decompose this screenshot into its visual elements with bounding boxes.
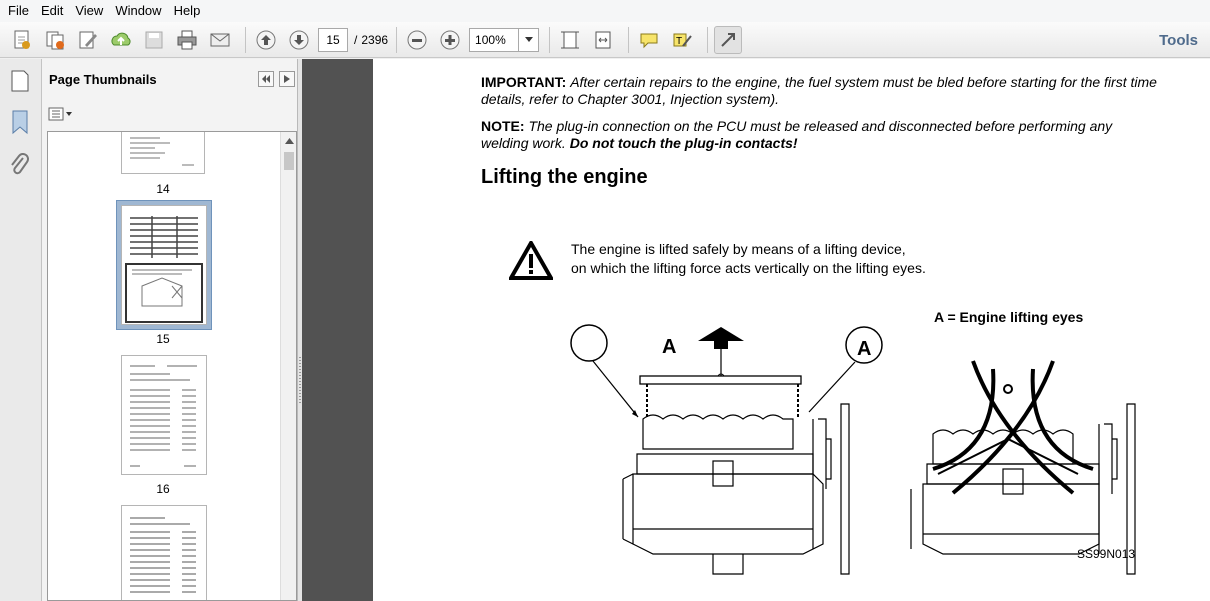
pdf-page: IMPORTANT: After certain repairs to the … <box>373 59 1210 601</box>
page-thumbnail-selected[interactable] <box>121 205 207 325</box>
important-label: IMPORTANT: <box>481 74 567 90</box>
highlight-icon[interactable]: T <box>668 26 696 54</box>
print-icon[interactable] <box>173 26 201 54</box>
previous-page-icon[interactable] <box>252 26 280 54</box>
important-text: After certain repairs to the engine, the… <box>570 74 1157 90</box>
menu-file[interactable]: File <box>2 0 35 22</box>
warning-line-1: The engine is lifted safely by means of … <box>571 241 906 257</box>
toolbar-divider <box>396 26 398 53</box>
page-thumbnail[interactable] <box>121 355 207 475</box>
thumbnail-list[interactable]: 14 15 16 <box>47 131 297 601</box>
document-viewer[interactable]: IMPORTANT: After certain repairs to the … <box>302 59 1210 601</box>
toolbar-divider <box>707 26 709 53</box>
callout-a-right: A <box>857 338 872 360</box>
next-page-icon[interactable] <box>285 26 313 54</box>
menu-bar: File Edit View Window Help <box>0 0 1210 22</box>
menu-window[interactable]: Window <box>109 0 167 22</box>
toolbar-divider <box>628 26 630 53</box>
figure-code: SS99N013 <box>1077 547 1136 561</box>
panel-header: Page Thumbnails <box>42 59 297 99</box>
important-paragraph: IMPORTANT: After certain repairs to the … <box>481 74 1157 90</box>
engine-lifting-illustration <box>570 324 1136 575</box>
panel-title: Page Thumbnails <box>49 71 157 87</box>
save-icon[interactable] <box>140 26 168 54</box>
warning-icon <box>507 238 555 284</box>
collapse-panel-icon[interactable] <box>258 71 274 87</box>
combine-files-icon[interactable] <box>41 26 69 54</box>
page-thumbnail-label: 15 <box>156 332 170 346</box>
page-thumbnail-label: 16 <box>156 482 170 496</box>
page-thumbnails-icon[interactable] <box>8 69 32 96</box>
tools-button[interactable]: Tools <box>1159 32 1198 49</box>
page-thumbnail[interactable] <box>121 132 205 174</box>
zoom-level-input[interactable]: 100% <box>469 27 520 52</box>
panel-options <box>42 99 297 129</box>
attachments-icon[interactable] <box>9 153 31 182</box>
note-paragraph: NOTE: The plug-in connection on the PCU … <box>481 118 1112 134</box>
page-thumbnail-label: 14 <box>156 182 170 196</box>
fit-width-icon[interactable] <box>589 26 617 54</box>
upload-cloud-icon[interactable] <box>107 26 135 54</box>
fit-page-icon[interactable] <box>556 26 584 54</box>
email-icon[interactable] <box>206 26 234 54</box>
scrollbar-thumb[interactable] <box>284 152 294 170</box>
page-thumbnail[interactable] <box>121 505 207 600</box>
panel-next-icon[interactable] <box>279 71 295 87</box>
note-text: The plug-in connection on the PCU must b… <box>528 118 1113 134</box>
scroll-up-icon[interactable] <box>282 134 296 148</box>
note-text-2b: Do not touch the plug-in contacts! <box>569 135 798 151</box>
page-number-input[interactable]: 15 <box>318 27 348 52</box>
expand-icon[interactable] <box>714 25 743 54</box>
toolbar-divider <box>549 26 551 53</box>
bookmarks-icon[interactable] <box>9 109 31 138</box>
options-menu-icon[interactable] <box>48 106 74 122</box>
navigation-rail <box>0 59 42 601</box>
menu-view[interactable]: View <box>69 0 109 22</box>
page-total: 2396 <box>361 32 389 47</box>
create-pdf-icon[interactable] <box>8 26 36 54</box>
menu-help[interactable]: Help <box>168 0 207 22</box>
edit-pdf-icon[interactable] <box>74 26 102 54</box>
comment-icon[interactable] <box>635 26 663 54</box>
callout-a-left: A <box>662 336 677 358</box>
page-separator: / <box>354 32 358 47</box>
zoom-out-icon[interactable] <box>403 26 431 54</box>
zoom-dropdown-icon[interactable] <box>519 27 540 52</box>
menu-edit[interactable]: Edit <box>35 0 69 22</box>
zoom-in-icon[interactable] <box>436 26 464 54</box>
thumbnail-scrollbar[interactable] <box>280 132 296 600</box>
important-paragraph-line2: details, refer to Chapter 3001, Injectio… <box>481 91 780 107</box>
thumbnails-panel: Page Thumbnails 14 15 16 <box>42 59 298 601</box>
svg-text:T: T <box>676 36 682 47</box>
note-paragraph-line2: welding work. Do not touch the plug-in c… <box>481 135 798 151</box>
warning-line-2: on which the lifting force acts vertical… <box>571 260 926 276</box>
note-label: NOTE: <box>481 118 525 134</box>
section-heading: Lifting the engine <box>481 166 648 188</box>
toolbar: 15 / 2396 100% T <box>0 22 1210 58</box>
toolbar-divider <box>245 26 246 53</box>
note-text-2a: welding work. <box>481 135 566 151</box>
